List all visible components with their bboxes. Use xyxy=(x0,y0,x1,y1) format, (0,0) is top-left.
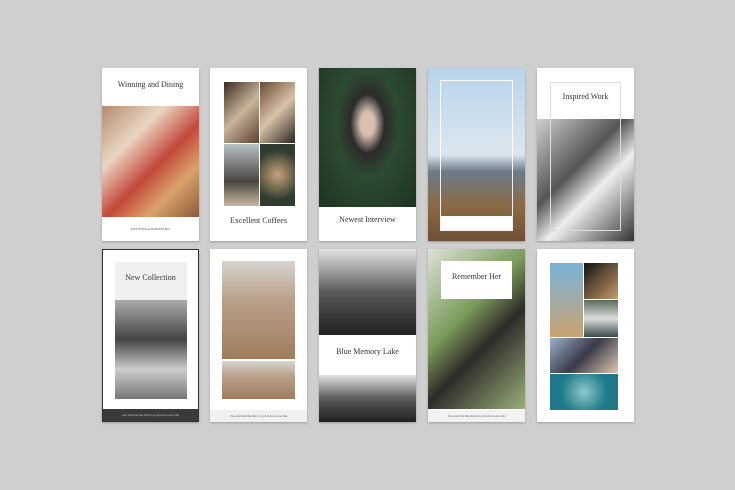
story-card-winning-dining[interactable]: Winning and Dining #WININGANDDINING xyxy=(102,68,199,241)
coffee-photo xyxy=(224,82,259,143)
frame xyxy=(550,82,621,231)
card-title: New Collection xyxy=(125,273,176,282)
card-title: Remember Her xyxy=(451,272,502,281)
story-card-new-collection[interactable]: New Collection You can find the link in … xyxy=(102,249,199,422)
street-photo xyxy=(550,338,618,373)
caption-box xyxy=(441,216,512,230)
card-title: Newest Interview xyxy=(339,215,396,224)
coffee-photo xyxy=(260,82,295,143)
card-hashtag: #WININGANDDINING xyxy=(130,227,171,231)
card-footer: You can find the link in my bio for more… xyxy=(210,410,307,422)
story-card-remember-her[interactable]: Remember Her You can find the link in my… xyxy=(428,249,525,422)
sea-photo xyxy=(550,374,618,410)
card-footer: You can find the link in my bio for more… xyxy=(103,409,198,421)
white-frame xyxy=(440,80,513,231)
palm-photo xyxy=(550,263,583,337)
story-card-collage[interactable] xyxy=(537,249,634,422)
portrait-photo xyxy=(584,300,618,337)
coffee-photo xyxy=(260,144,295,206)
story-card-lake[interactable]: Blue Memory Lake xyxy=(319,249,416,422)
story-card-interview[interactable]: Newest Interview xyxy=(319,68,416,241)
food-photo xyxy=(102,106,199,217)
card-footer: You can find the link in my bio for more… xyxy=(428,410,525,422)
portrait-photo xyxy=(584,263,618,299)
card-title: Blue Memory Lake xyxy=(336,347,399,356)
story-card-field[interactable] xyxy=(428,68,525,241)
desert-photo xyxy=(222,361,295,399)
portrait-photo xyxy=(319,68,416,207)
desert-photo xyxy=(222,261,295,359)
card-title: Winning and Dining xyxy=(117,80,184,89)
skater-photo xyxy=(115,300,187,399)
boat-photo xyxy=(319,249,416,335)
story-card-inspired-work[interactable]: Inspired Work xyxy=(537,68,634,241)
card-title: Excellent Coffees xyxy=(230,216,287,225)
story-card-coffees[interactable]: Excellent Coffees xyxy=(210,68,307,241)
coffee-photo xyxy=(224,144,259,206)
boat-photo xyxy=(319,375,416,422)
story-card-desert[interactable]: You can find the link in my bio for more… xyxy=(210,249,307,422)
